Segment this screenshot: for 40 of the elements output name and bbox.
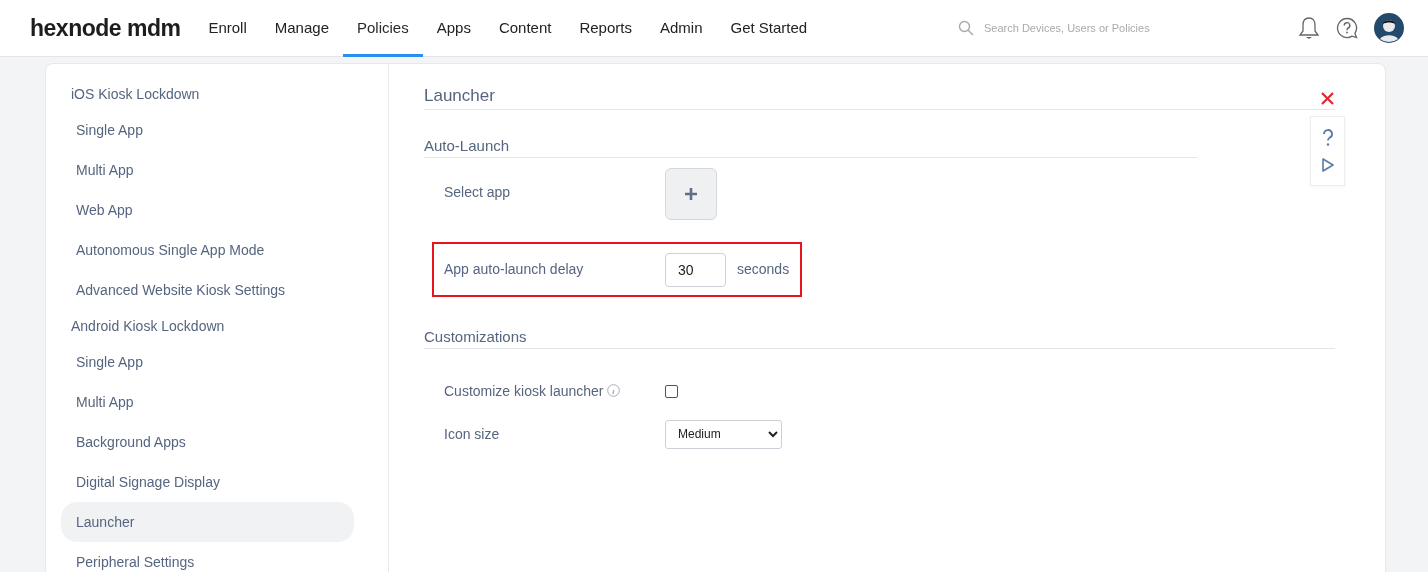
plus-icon xyxy=(684,187,698,201)
sidebar-item[interactable]: Digital Signage Display xyxy=(61,462,354,502)
sidebar-item[interactable]: Web App xyxy=(61,190,354,230)
section-heading: Customizations xyxy=(424,319,1335,349)
field-label: Icon size xyxy=(444,425,500,442)
field-label: Customize kiosk launcher xyxy=(444,382,604,399)
sidebar-item[interactable]: Multi App xyxy=(61,382,354,422)
sidebar-item[interactable]: Background Apps xyxy=(61,422,354,462)
close-icon[interactable] xyxy=(1321,92,1334,105)
field-label: Select app xyxy=(444,184,511,200)
avatar-icon[interactable] xyxy=(1374,13,1404,43)
unit-label: seconds xyxy=(737,260,790,279)
sidebar-item[interactable]: Peripheral Settings xyxy=(61,542,354,572)
question-icon[interactable] xyxy=(1321,129,1334,147)
nav-tab[interactable]: Apps xyxy=(422,0,485,57)
nav-tab[interactable]: Get Started xyxy=(716,0,822,57)
sidebar-item[interactable]: Single App xyxy=(61,342,354,382)
search-icon xyxy=(958,20,974,36)
checkbox[interactable] xyxy=(665,384,678,398)
nav-tab[interactable]: Admin xyxy=(645,0,717,57)
nav-tab[interactable]: Enroll xyxy=(194,0,261,57)
sidebar-item[interactable]: Autonomous Single App Mode xyxy=(61,230,354,270)
sidebar-item[interactable]: Launcher xyxy=(61,502,354,542)
sidebar-item[interactable]: Multi App xyxy=(61,150,354,190)
logo: hexnode mdm xyxy=(30,13,181,43)
size-dropdown[interactable]: Medium xyxy=(665,419,782,449)
sidebar-item[interactable]: Single App xyxy=(61,110,354,150)
sidebar-heading: Android Kiosk Lockdown xyxy=(70,317,226,336)
help-icon[interactable] xyxy=(1336,17,1358,39)
delay-input[interactable]: 30 xyxy=(665,252,726,287)
sidebar-heading: iOS Kiosk Lockdown xyxy=(70,85,201,104)
field-label: App auto-launch delay xyxy=(444,261,584,277)
panel-title: Launcher xyxy=(424,78,1335,110)
bell-icon[interactable] xyxy=(1298,16,1320,40)
nav-tab[interactable]: Manage xyxy=(260,0,343,57)
sidebar-item[interactable]: Advanced Website Kiosk Settings xyxy=(61,270,354,310)
nav-tab[interactable]: Policies xyxy=(343,0,423,57)
play-icon[interactable] xyxy=(1320,157,1335,173)
nav-tab[interactable]: Content xyxy=(484,0,566,57)
nav-tab[interactable]: Reports xyxy=(565,0,646,57)
